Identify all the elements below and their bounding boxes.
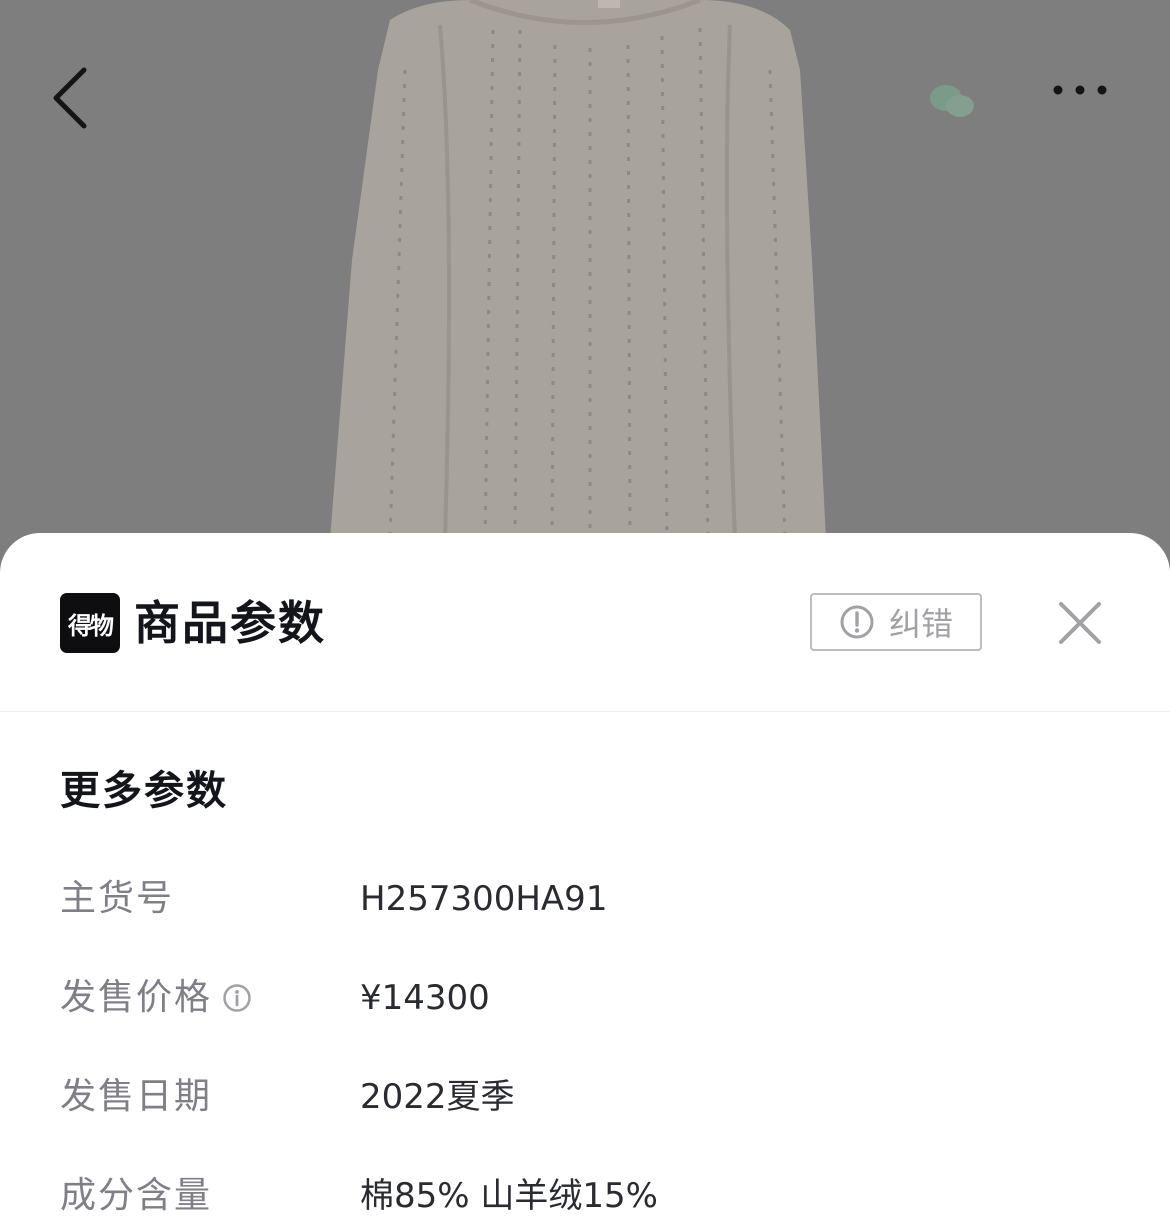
back-chevron-icon (53, 67, 87, 129)
param-label: 成分含量 (60, 1175, 213, 1216)
exclamation-circle-icon (840, 605, 874, 639)
param-row-release-date: 发售日期 2022夏季 (0, 1063, 1170, 1162)
param-label: 发售日期 (60, 1076, 213, 1117)
sweater-image (330, 0, 826, 541)
param-label: 发售价格 (60, 977, 213, 1018)
param-value: 2022夏季 (360, 1077, 515, 1117)
info-icon[interactable] (222, 983, 252, 1013)
param-row-release-price: 发售价格 ¥14300 (0, 964, 1170, 1063)
params-list: 主货号 H257300HA91 发售价格 ¥14300 发售日期 2022夏季 (0, 865, 1170, 1227)
sheet-title: 商品参数 (134, 596, 326, 650)
back-button[interactable] (50, 66, 120, 150)
section-title-more-params: 更多参数 (60, 768, 228, 814)
close-button[interactable] (1052, 595, 1108, 651)
report-error-label: 纠错 (888, 605, 953, 643)
brand-logo: 得物 (60, 593, 120, 653)
more-dots-icon (1053, 85, 1107, 95)
more-options-button[interactable] (1052, 84, 1126, 128)
close-icon (1059, 602, 1101, 644)
param-value: ¥14300 (360, 978, 490, 1018)
param-row-composition: 成分含量 棉85% 山羊绒15% (0, 1162, 1170, 1227)
param-value: H257300HA91 (360, 879, 608, 919)
param-value: 棉85% 山羊绒15% (360, 1176, 658, 1216)
sheet-header: 得物 商品参数 纠错 (0, 533, 1170, 712)
param-row-item-number: 主货号 H257300HA91 (0, 865, 1170, 964)
product-params-sheet: 得物 商品参数 纠错 更多参数 主货号 H257300HA91 发售价格 ¥14… (0, 533, 1170, 1227)
brand-logo-text: 得物 (68, 611, 114, 640)
wechat-icon (930, 85, 974, 117)
product-image-backdrop (0, 0, 1170, 560)
report-error-button[interactable]: 纠错 (810, 593, 982, 651)
share-wechat-button[interactable] (928, 82, 988, 136)
param-label: 主货号 (60, 878, 175, 919)
